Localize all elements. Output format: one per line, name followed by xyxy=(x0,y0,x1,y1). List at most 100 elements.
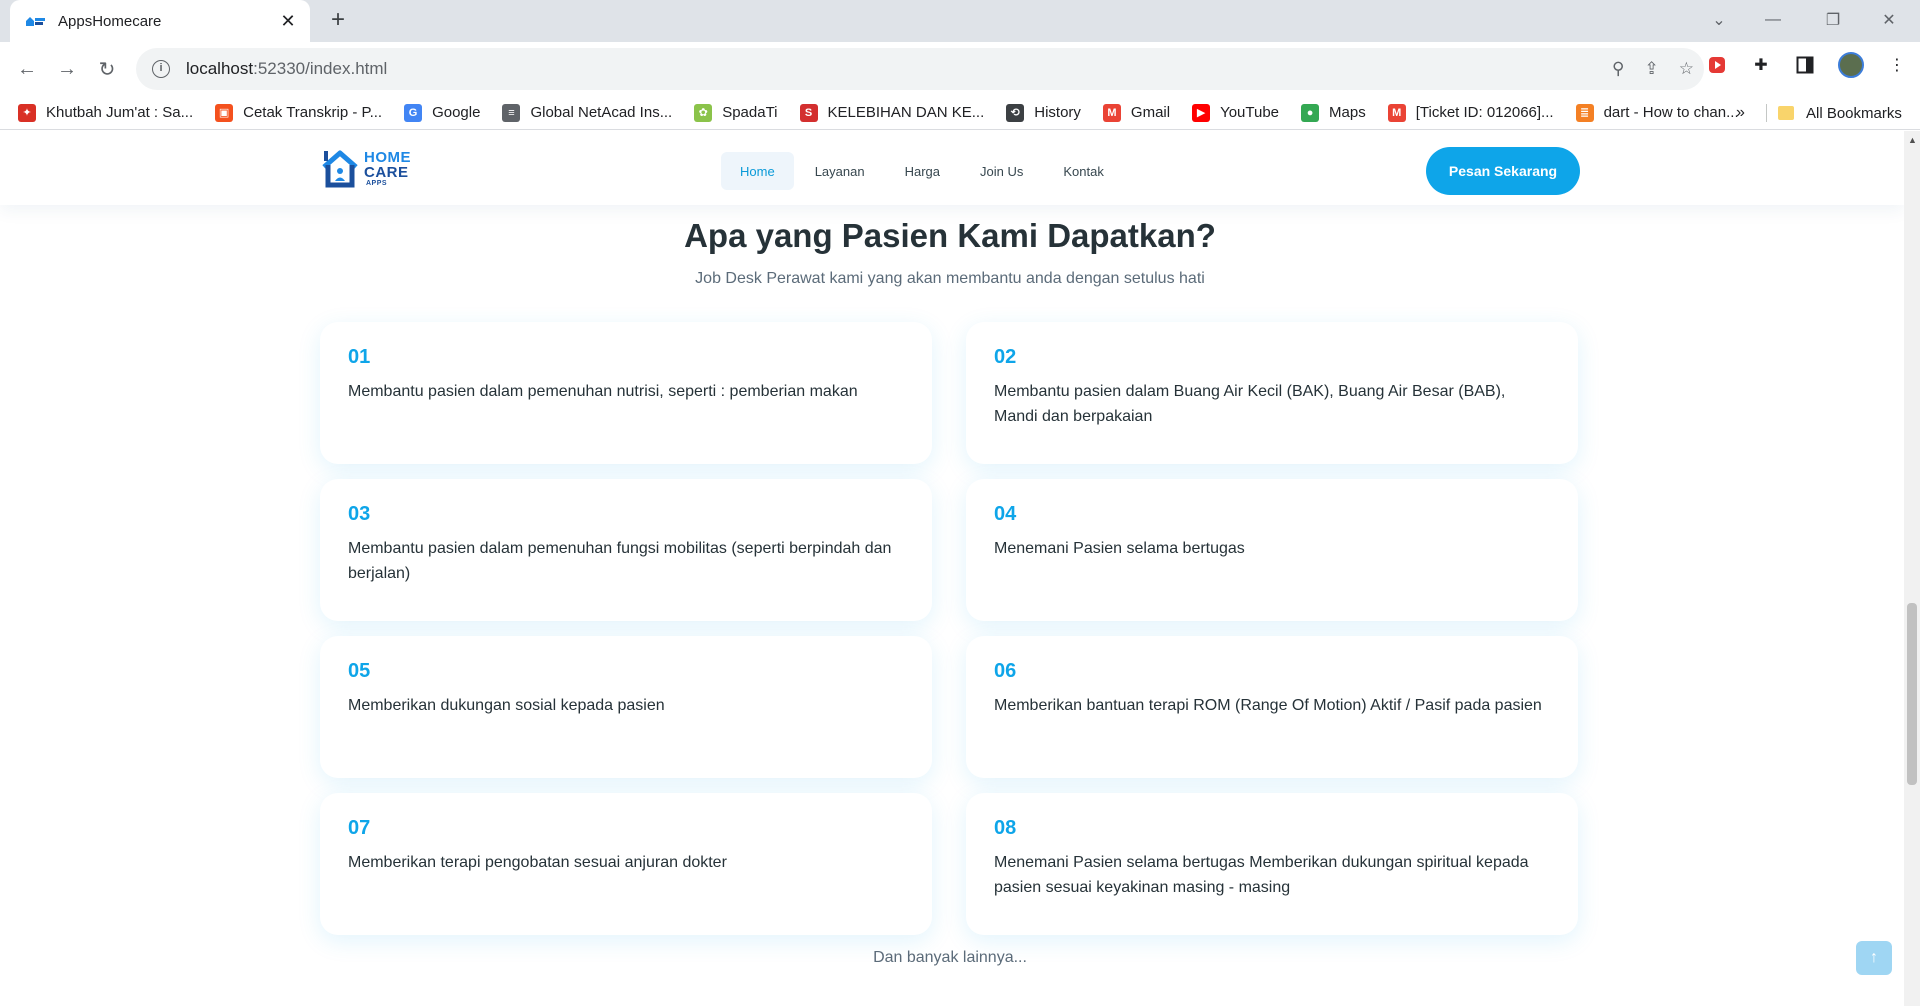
menu-harga[interactable]: Harga xyxy=(886,152,959,190)
bookmark-item[interactable]: M Gmail xyxy=(1102,103,1171,122)
job-card-number: 03 xyxy=(348,503,371,525)
job-card-text: Menemani Pasien selama bertugas Memberik… xyxy=(994,854,1529,896)
menu-home[interactable]: Home xyxy=(721,152,794,190)
bookmark-label: [Ticket ID: 012066]... xyxy=(1415,104,1554,121)
address-url[interactable]: localhost:52330/index.html xyxy=(186,59,387,79)
tab-close-icon[interactable]: ✕ xyxy=(278,11,298,32)
profile-avatar[interactable] xyxy=(1838,52,1864,78)
job-card-text: Memberikan terapi pengobatan sesuai anju… xyxy=(348,854,727,871)
job-card-number: 06 xyxy=(994,660,1017,682)
logo-line-home: HOME xyxy=(364,148,411,166)
browser-tab[interactable]: AppsHomecare ✕ xyxy=(10,0,310,42)
extensions-puzzle-icon[interactable]: ✚ xyxy=(1750,54,1772,76)
bookmark-label: Google xyxy=(432,104,481,121)
job-card: 01 Membantu pasien dalam pemenuhan nutri… xyxy=(320,322,932,464)
reload-icon[interactable]: ↻ xyxy=(90,52,124,86)
site-navbar: HOME CARE APPS Home Layanan Harga Join U… xyxy=(0,131,1904,205)
back-to-top-button[interactable]: ↑ xyxy=(1856,941,1892,975)
job-card: 07 Memberikan terapi pengobatan sesuai a… xyxy=(320,793,932,935)
youtube-icon: ▶ xyxy=(1192,103,1211,122)
all-bookmarks-button[interactable]: All Bookmarks xyxy=(1778,96,1902,130)
job-card: 08 Menemani Pasien selama bertugas Membe… xyxy=(966,793,1578,935)
menu-kontak[interactable]: Kontak xyxy=(1044,152,1122,190)
job-card-text: Memberikan dukungan sosial kepada pasien xyxy=(348,697,665,714)
bookmark-label: Maps xyxy=(1329,104,1366,121)
job-card-number: 04 xyxy=(994,503,1017,525)
restore-icon[interactable]: ❐ xyxy=(1810,0,1856,40)
bookmark-label: Gmail xyxy=(1130,104,1171,121)
bookmark-label: Cetak Transkrip - P... xyxy=(243,104,383,121)
bookmark-label: History xyxy=(1034,104,1081,121)
bookmark-item[interactable]: S KELEBIHAN DAN KE... xyxy=(799,103,985,122)
bookmarks-divider xyxy=(1766,104,1767,122)
pesan-sekarang-button[interactable]: Pesan Sekarang xyxy=(1426,147,1580,195)
bookmark-cetak-icon: ▣ xyxy=(215,103,234,122)
tab-title: AppsHomecare xyxy=(58,12,162,30)
forward-icon[interactable]: → xyxy=(50,52,84,86)
bookmark-label: SpadaTi xyxy=(722,104,778,121)
address-bar[interactable]: i localhost:52330/index.html ⚲ ⇪ ☆ xyxy=(136,48,1704,90)
job-card-number: 08 xyxy=(994,817,1017,839)
job-card: 03 Membantu pasien dalam pemenuhan fungs… xyxy=(320,479,932,621)
window-close-icon[interactable]: ✕ xyxy=(1866,0,1912,40)
minimize-icon[interactable]: — xyxy=(1750,0,1796,40)
side-panel-icon[interactable] xyxy=(1794,54,1816,76)
bookmark-item[interactable]: ● Maps xyxy=(1301,103,1366,122)
job-card: 06 Memberikan bantuan terapi ROM (Range … xyxy=(966,636,1578,778)
bookmarks-bar: ✦ Khutbah Jum'at : Sa... ▣ Cetak Transkrip … xyxy=(0,96,1920,130)
bookmark-item[interactable]: G Google xyxy=(404,103,481,122)
extensions-area: ✚ ⋮ xyxy=(1706,52,1908,78)
url-host: localhost xyxy=(186,59,254,78)
bookmark-label: YouTube xyxy=(1220,104,1280,121)
job-card-text: Menemani Pasien selama bertugas xyxy=(994,540,1245,557)
all-bookmarks-label: All Bookmarks xyxy=(1806,104,1902,122)
section-subtitle: Job Desk Perawat kami yang akan membantu… xyxy=(695,270,1205,287)
section-title: Apa yang Pasien Kami Dapatkan? xyxy=(684,217,1216,254)
browser-menu-icon[interactable]: ⋮ xyxy=(1886,54,1908,76)
bookmark-item[interactable]: ⟲ History xyxy=(1006,103,1081,122)
bookmark-item[interactable]: ✦ Khutbah Jum'at : Sa... xyxy=(18,103,193,122)
main-menu: Home Layanan Harga Join Us Kontak xyxy=(721,152,1123,190)
house-logo-icon xyxy=(320,147,362,189)
job-card-number: 02 xyxy=(994,346,1017,368)
menu-layanan[interactable]: Layanan xyxy=(796,152,884,190)
more-items-text: Dan banyak lainnya... xyxy=(873,949,1027,966)
omnibox-actions: ⚲ ⇪ ☆ xyxy=(1612,48,1694,90)
job-card-text: Membantu pasien dalam Buang Air Kecil (B… xyxy=(994,383,1506,425)
scroll-up-icon[interactable]: ▲ xyxy=(1908,135,1917,145)
bookmark-item[interactable]: ≡ Global NetAcad Ins... xyxy=(502,103,672,122)
job-card: 02 Membantu pasien dalam Buang Air Kecil… xyxy=(966,322,1578,464)
homecare-logo[interactable]: HOME CARE APPS xyxy=(320,147,411,189)
logo-wordmark: HOME CARE APPS xyxy=(364,150,411,187)
gmail-icon: M xyxy=(1387,103,1406,122)
job-card-text: Memberikan bantuan terapi ROM (Range Of … xyxy=(994,697,1542,714)
arrow-up-icon: ↑ xyxy=(1870,949,1878,966)
cisco-icon: ≡ xyxy=(502,103,521,122)
zoom-icon[interactable]: ⚲ xyxy=(1612,59,1624,79)
menu-join-us[interactable]: Join Us xyxy=(961,152,1042,190)
back-icon[interactable]: ← xyxy=(10,52,44,86)
homecare-favicon-icon xyxy=(24,13,46,29)
site-info-icon[interactable]: i xyxy=(152,60,170,78)
job-card-number: 01 xyxy=(348,346,371,368)
scrollbar-thumb[interactable] xyxy=(1907,603,1917,785)
bookmark-item[interactable]: ✿ SpadaTi xyxy=(694,103,778,122)
bookmark-item[interactable]: M [Ticket ID: 012066]... xyxy=(1387,103,1554,122)
bookmark-item[interactable]: ≣ dart - How to chan... xyxy=(1575,103,1739,122)
new-tab-icon[interactable]: + xyxy=(324,6,352,34)
bookmark-khutbah-icon: ✦ xyxy=(18,103,36,122)
tab-search-icon[interactable]: ⌄ xyxy=(1696,0,1742,40)
bookmark-label: KELEBIHAN DAN KE... xyxy=(827,104,985,121)
extension-red-icon[interactable] xyxy=(1706,54,1728,76)
page-viewport: HOME CARE APPS Home Layanan Harga Join U… xyxy=(0,131,1904,1006)
bookmarks-overflow-button[interactable]: » xyxy=(1736,96,1745,130)
history-icon: ⟲ xyxy=(1006,103,1025,122)
page-scrollbar[interactable]: ▲ xyxy=(1904,131,1920,1006)
spadati-icon: ✿ xyxy=(694,103,713,122)
logo-line-apps: APPS xyxy=(366,179,388,187)
share-icon[interactable]: ⇪ xyxy=(1645,59,1659,79)
bookmark-item[interactable]: ▣ Cetak Transkrip - P... xyxy=(215,103,383,122)
maps-icon: ● xyxy=(1301,103,1320,122)
bookmark-item[interactable]: ▶ YouTube xyxy=(1192,103,1280,122)
bookmark-star-icon[interactable]: ☆ xyxy=(1679,59,1694,79)
